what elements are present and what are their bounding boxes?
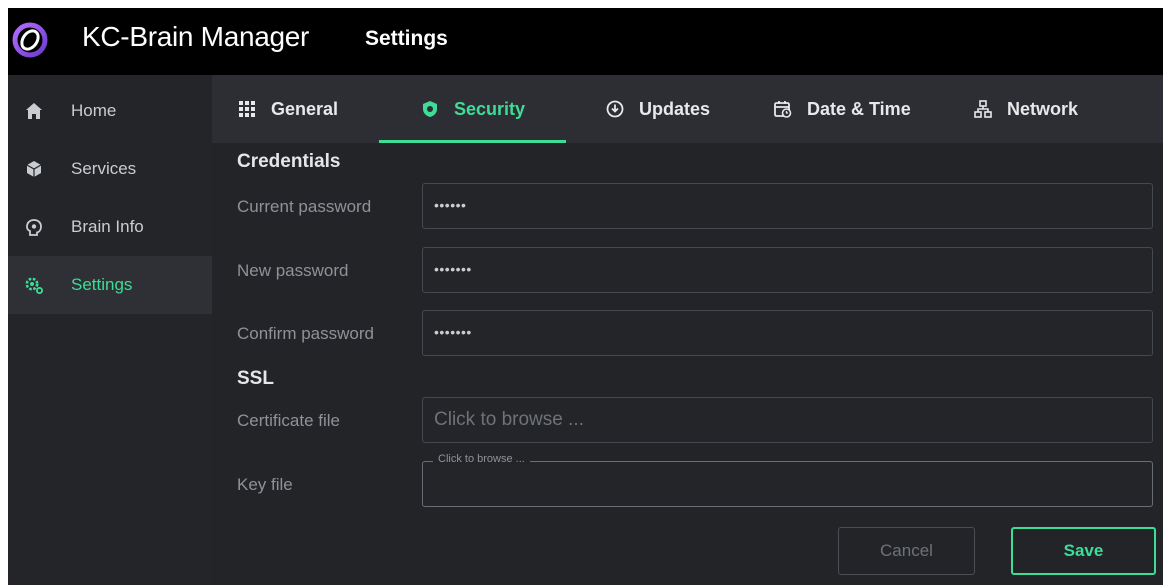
settings-gear-icon: [24, 275, 44, 295]
ssl-section-title: SSL: [237, 368, 274, 389]
kc-brain-logo-icon: [12, 22, 48, 58]
confirm-password-label: Confirm password: [237, 324, 374, 343]
save-button[interactable]: Save: [1011, 527, 1156, 575]
sidebar-item-label: Brain Info: [71, 217, 144, 236]
tab-label: Updates: [639, 98, 711, 119]
tab-label: General: [271, 98, 339, 119]
confirm-password-field[interactable]: •••••••: [422, 310, 1153, 356]
current-password-field[interactable]: ••••••: [422, 183, 1153, 229]
sidebar-item-label: Settings: [71, 275, 133, 294]
sidebar-item-label: Services: [71, 159, 137, 178]
current-password-value: ••••••: [434, 197, 467, 213]
page-title: Settings: [365, 27, 448, 50]
network-icon: [973, 99, 993, 119]
certificate-file-placeholder: Click to browse ...: [434, 409, 584, 430]
title-bar: KC-Brain Manager Settings: [8, 8, 1163, 75]
key-file-label: Key file: [237, 475, 293, 494]
sidebar-item-label: Home: [71, 101, 117, 120]
cancel-button[interactable]: Cancel: [838, 527, 975, 575]
shield-icon: [420, 99, 440, 119]
tab-label: Security: [454, 98, 526, 119]
certificate-file-picker[interactable]: Click to browse ...: [422, 397, 1153, 443]
sidebar-item-services[interactable]: Services: [8, 140, 212, 198]
download-circle-icon: [605, 99, 625, 119]
active-tab-indicator: [379, 140, 566, 143]
sidebar-item-settings[interactable]: Settings: [8, 256, 212, 314]
confirm-password-value: •••••••: [434, 324, 472, 340]
brain-icon: [24, 217, 44, 237]
sidebar-item-home[interactable]: Home: [8, 82, 212, 140]
tab-updates[interactable]: Updates: [605, 75, 710, 143]
tab-general[interactable]: General: [237, 75, 338, 143]
tab-label: Date & Time: [807, 98, 911, 119]
current-password-label: Current password: [237, 197, 372, 216]
key-file-picker[interactable]: Click to browse ...: [422, 453, 1153, 507]
tab-label: Network: [1007, 98, 1079, 119]
tab-security[interactable]: Security: [420, 75, 525, 143]
tab-network[interactable]: Network: [973, 75, 1078, 143]
tab-date-time[interactable]: Date & Time: [773, 75, 911, 143]
new-password-label: New password: [237, 261, 349, 280]
settings-tab-bar: General Security Updates Date & Time Net…: [212, 75, 1163, 143]
key-file-placeholder: Click to browse ...: [433, 453, 530, 465]
credentials-section-title: Credentials: [237, 151, 341, 172]
grid-icon: [237, 99, 257, 119]
app-title: KC-Brain Manager: [82, 21, 310, 52]
cube-icon: [24, 159, 44, 179]
sidebar: Home Services Brain Info Settings: [8, 75, 212, 585]
new-password-value: •••••••: [434, 261, 472, 277]
calendar-clock-icon: [773, 99, 793, 119]
new-password-field[interactable]: •••••••: [422, 247, 1153, 293]
sidebar-item-brain-info[interactable]: Brain Info: [8, 198, 212, 256]
home-icon: [24, 101, 44, 121]
certificate-file-label: Certificate file: [237, 411, 340, 430]
app-window: KC-Brain Manager Settings Home Services …: [8, 8, 1163, 585]
